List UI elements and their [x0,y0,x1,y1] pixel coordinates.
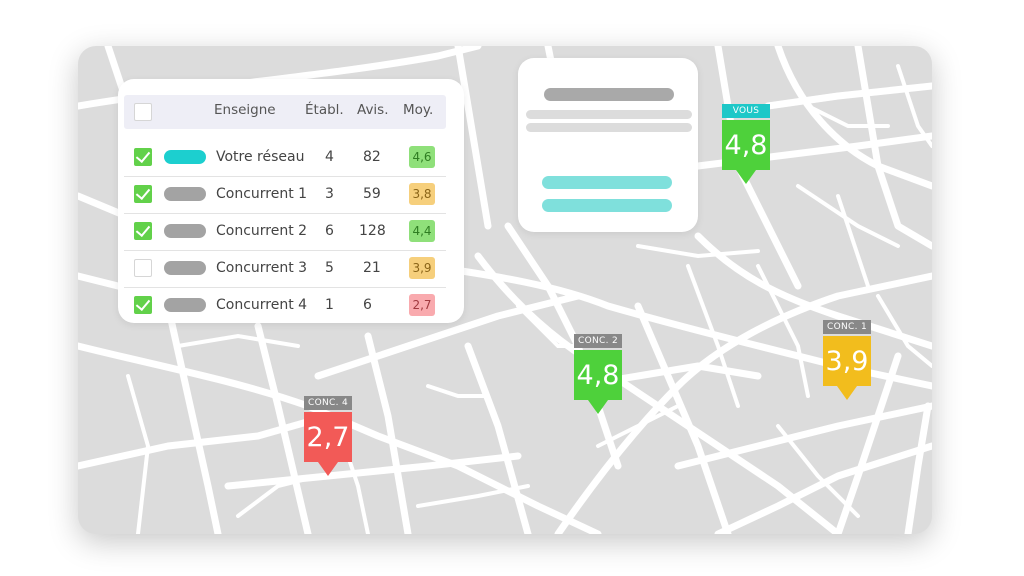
table-row[interactable]: Concurrent 1 3 59 3,8 [118,176,464,213]
row-checkbox[interactable] [134,296,152,314]
brand-color-pill [164,224,206,238]
header-brand[interactable]: Enseigne [214,102,276,118]
map-marker-vous[interactable]: VOUS 4,8 [722,104,770,194]
map-marker-conc-1[interactable]: CONC. 1 3,9 [823,320,871,410]
row-reviews: 128 [359,223,386,239]
row-establishments: 1 [325,297,334,313]
info-card [518,58,698,232]
row-checkbox[interactable] [134,185,152,203]
placeholder-line-bar [526,123,692,132]
select-all-checkbox[interactable] [134,103,152,121]
marker-pointer [318,462,338,476]
marker-label: CONC. 2 [574,334,622,348]
marker-value: 3,9 [823,336,871,386]
comparison-table: Enseigne Établ. Avis. Moy. Votre réseau 4… [118,79,464,323]
placeholder-title-bar [544,88,674,101]
row-establishments: 3 [325,186,334,202]
marker-value: 2,7 [304,412,352,462]
map-marker-conc-4[interactable]: CONC. 4 2,7 [304,396,352,486]
placeholder-line-bar [526,110,692,119]
rating-badge: 4,4 [409,220,435,242]
table-row[interactable]: Concurrent 3 5 21 3,9 [118,250,464,287]
marker-pointer [837,386,857,400]
marker-pointer [588,400,608,414]
brand-color-pill [164,298,206,312]
row-checkbox[interactable] [134,148,152,166]
header-average[interactable]: Moy. [403,102,433,118]
row-reviews: 6 [363,297,372,313]
map-frame: Enseigne Établ. Avis. Moy. Votre réseau 4… [78,46,932,534]
marker-label: CONC. 4 [304,396,352,410]
placeholder-teal-bar [542,199,672,212]
rating-badge: 3,9 [409,257,435,279]
row-establishments: 4 [325,149,334,165]
marker-pointer [736,170,756,184]
row-establishments: 5 [325,260,334,276]
rating-badge: 3,8 [409,183,435,205]
header-establishments[interactable]: Établ. [305,102,344,118]
table-row[interactable]: Concurrent 2 6 128 4,4 [118,213,464,250]
row-reviews: 59 [363,186,381,202]
row-brand-name: Concurrent 2 [216,223,308,239]
row-brand-name: Concurrent 4 [216,297,308,313]
placeholder-teal-bar [542,176,672,189]
row-brand-name: Concurrent 1 [216,186,308,202]
table-header [124,95,446,129]
brand-color-pill [164,187,206,201]
row-checkbox[interactable] [134,222,152,240]
rating-badge: 4,6 [409,146,435,168]
marker-value: 4,8 [722,120,770,170]
table-row[interactable]: Votre réseau 4 82 4,6 [118,139,464,176]
row-reviews: 21 [363,260,381,276]
brand-color-pill [164,150,206,164]
row-establishments: 6 [325,223,334,239]
marker-label: VOUS [722,104,770,118]
row-brand-name: Concurrent 3 [216,260,308,276]
rating-badge: 2,7 [409,294,435,316]
row-reviews: 82 [363,149,381,165]
marker-label: CONC. 1 [823,320,871,334]
row-brand-name: Votre réseau [216,149,305,165]
row-checkbox[interactable] [134,259,152,277]
brand-color-pill [164,261,206,275]
header-reviews[interactable]: Avis. [357,102,389,118]
marker-value: 4,8 [574,350,622,400]
table-row[interactable]: Concurrent 4 1 6 2,7 [118,287,464,324]
map-marker-conc-2[interactable]: CONC. 2 4,8 [574,334,622,424]
